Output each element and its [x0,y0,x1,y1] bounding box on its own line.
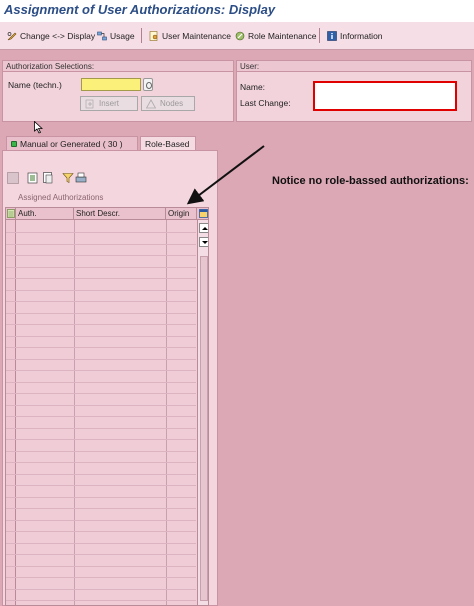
name-techn-label: Name (techn.) [8,80,62,90]
column-header-auth[interactable]: Auth. [16,208,74,220]
table-row[interactable] [6,266,196,268]
table-row[interactable] [6,462,196,463]
user-maintenance-label: User Maintenance [162,30,231,41]
table-row[interactable] [6,565,196,567]
table-row[interactable] [6,600,196,601]
select-all-icon[interactable] [7,172,19,184]
table-row[interactable] [6,404,196,406]
green-status-icon [11,140,17,147]
toolbar-separator [319,28,320,43]
usage-button[interactable]: Usage [94,27,138,44]
tab-manual-or-generated[interactable]: Manual or Generated ( 30 ) [6,136,138,150]
tab-role-based-label: Role-Based [145,138,190,149]
layout-settings-icon[interactable] [197,208,208,220]
pencil-glasses-icon [7,31,17,41]
table-row[interactable] [6,312,196,314]
toolbar-separator [141,28,142,43]
window-title: Assignment of User Authorizations: Displ… [4,2,276,17]
display-document-icon[interactable] [42,172,54,184]
assigned-authorizations-label: Assigned Authorizations [18,193,104,202]
table-row[interactable] [6,427,196,429]
mouse-cursor-icon [34,120,44,136]
tab-manual-label: Manual or Generated ( 30 ) [20,138,123,149]
name-techn-input[interactable] [81,78,141,91]
column-header-origin[interactable]: Origin [166,208,197,220]
change-display-label: Change <-> Display [20,30,96,41]
table-row[interactable] [6,381,196,383]
insert-label: Insert [99,99,120,108]
value-help-icon[interactable] [143,78,153,91]
user-maintenance-button[interactable]: User Maintenance [146,27,234,44]
table-row[interactable] [6,335,196,337]
print-icon[interactable] [75,172,87,184]
table-row[interactable] [6,289,196,291]
table-row[interactable] [6,485,196,486]
authorization-selections-header: Authorization Selections: [3,61,233,72]
scroll-up-icon[interactable] [199,223,208,233]
table-row[interactable] [6,508,196,509]
information-button[interactable]: Information [324,27,386,44]
table-row[interactable] [6,473,196,475]
table-row[interactable] [6,301,196,302]
table-row[interactable] [6,324,196,325]
insert-icon [85,99,95,109]
information-label: Information [340,30,383,41]
vertical-scrollbar[interactable] [197,220,208,605]
table-row[interactable] [6,393,196,394]
table-row[interactable] [6,519,196,521]
title-bar: Assignment of User Authorizations: Displ… [0,0,474,22]
usage-icon [97,31,107,41]
assigned-authorizations-table: Auth. Short Descr. Origin [5,207,209,606]
role-maintenance-icon [235,31,245,41]
authorization-selections-panel: Authorization Selections: [2,60,234,122]
information-icon [327,30,337,41]
table-row[interactable] [6,588,196,590]
user-maintenance-icon [149,30,159,41]
scroll-track[interactable] [200,256,208,601]
table-row[interactable] [6,243,196,245]
table-row[interactable] [6,450,196,452]
warning-triangle-icon [145,98,157,109]
annotation-text: Notice no role-bassed authorizations: [272,175,469,187]
nodes-label: Nodes [160,99,184,108]
table-row[interactable] [6,255,196,256]
table-row[interactable] [6,358,196,360]
select-column-icon[interactable] [6,208,16,220]
nodes-button[interactable]: Nodes [141,96,195,111]
user-name-label: Name: [240,82,266,92]
table-row[interactable] [6,531,196,532]
scroll-down-icon[interactable] [199,237,208,247]
table-row[interactable] [6,278,196,279]
table-row[interactable] [6,232,196,233]
column-header-short-descr[interactable]: Short Descr. [74,208,166,220]
table-row[interactable] [6,542,196,544]
details-icon[interactable] [27,172,39,184]
highlight-box [313,81,457,111]
change-display-button[interactable]: Change <-> Display [4,27,98,44]
usage-label: Usage [110,30,135,41]
insert-button[interactable]: Insert [80,96,138,111]
table-row[interactable] [6,496,196,498]
table-row[interactable] [6,554,196,555]
last-change-label: Last Change: [240,98,291,108]
application-toolbar: Change <-> Display Usage User Maintenanc… [0,22,474,50]
role-maintenance-label: Role Maintenance [248,30,317,41]
filter-icon[interactable] [62,172,74,184]
table-row[interactable] [6,439,196,440]
role-maintenance-button[interactable]: Role Maintenance [232,27,320,44]
user-header: User: [237,61,471,72]
table-row[interactable] [6,370,196,371]
table-header: Auth. Short Descr. Origin [6,208,208,220]
table-row[interactable] [6,416,196,417]
table-row[interactable] [6,347,196,348]
table-row[interactable] [6,577,196,578]
tab-role-based[interactable]: Role-Based [140,136,196,150]
